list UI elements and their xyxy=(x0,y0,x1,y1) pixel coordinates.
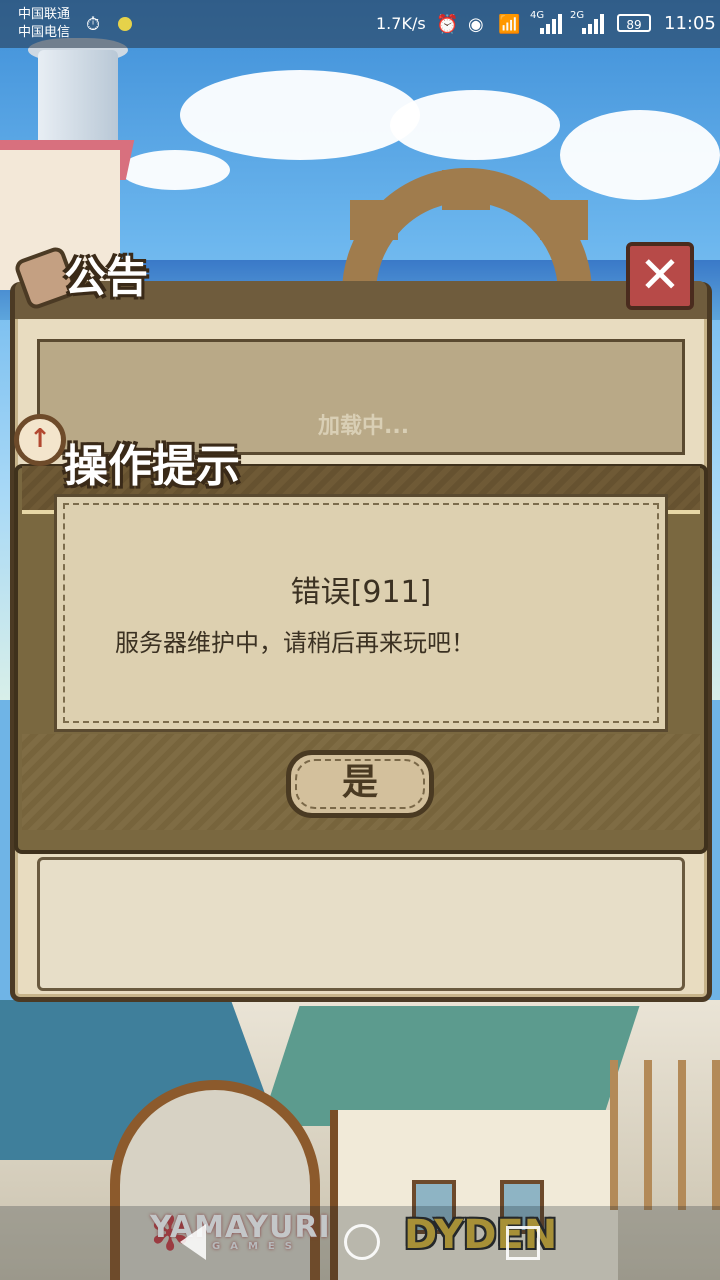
confirm-button[interactable]: 是 xyxy=(286,750,434,818)
status-bar: 中国联通 中国电信 ⏱ 1.7K/s ⏰ ◉ 📶 4G 2G 89 11:05 xyxy=(0,0,720,48)
error-message: 服务器维护中，请稍后再来玩吧！ xyxy=(115,629,475,657)
operation-dialog: 错误[911] 服务器维护中，请稍后再来玩吧！ 是 操作提示 ↑ xyxy=(14,414,708,854)
confirm-button-label: 是 xyxy=(341,762,378,803)
wifi-icon: 📶 xyxy=(498,14,521,35)
notice-title: 公告 xyxy=(64,253,149,302)
signal-2-icon xyxy=(582,14,604,34)
cloud xyxy=(560,110,720,200)
gear-tooth xyxy=(442,170,490,210)
battery-icon: 89 xyxy=(617,14,651,32)
recent-apps-icon[interactable] xyxy=(506,1226,540,1260)
fence xyxy=(610,1060,720,1210)
clock: 11:05 xyxy=(664,13,716,34)
carrier-names: 中国联通 中国电信 xyxy=(18,6,70,42)
gear-tooth xyxy=(350,200,398,240)
close-x-icon: ✕ xyxy=(639,246,681,304)
carrier-2: 中国电信 xyxy=(18,25,71,40)
navigation-bar xyxy=(0,1206,720,1280)
arrow-badge-icon: ↑ xyxy=(14,414,66,466)
alarm-icon: ⏰ xyxy=(436,14,459,35)
carrier-1: 中国联通 xyxy=(18,7,71,22)
notice-lower-area xyxy=(37,857,685,991)
error-code: 错误[911] xyxy=(290,575,432,610)
dialog-message-area: 错误[911] 服务器维护中，请稍后再来玩吧！ xyxy=(54,494,668,732)
timer-icon: ⏱ xyxy=(86,14,101,35)
close-button[interactable]: ✕ xyxy=(626,242,694,310)
dialog-title: 操作提示 xyxy=(64,441,240,492)
eye-icon: ◉ xyxy=(468,14,484,35)
home-icon[interactable] xyxy=(344,1224,380,1260)
gear-tooth xyxy=(540,200,588,240)
cloud xyxy=(390,90,560,160)
cloud xyxy=(180,70,420,160)
loading-text: 加载中... xyxy=(318,414,410,439)
roof xyxy=(260,1006,640,1126)
back-icon[interactable] xyxy=(180,1224,206,1260)
net-speed: 1.7K/s xyxy=(376,14,426,33)
signal-1-icon xyxy=(540,14,562,34)
notification-dot-icon xyxy=(118,17,132,31)
cloud xyxy=(120,150,230,190)
